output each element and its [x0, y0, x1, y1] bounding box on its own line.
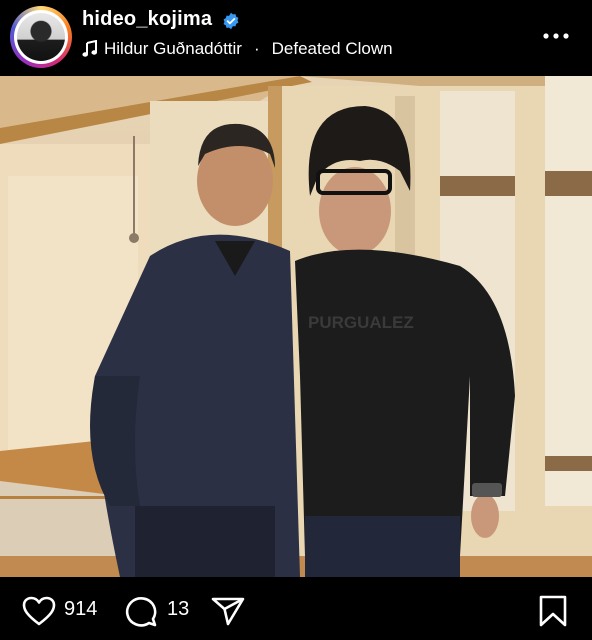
music-note-icon: [82, 40, 97, 57]
heart-icon[interactable]: [22, 596, 56, 626]
music-artist: Hildur Guðnadóttir: [104, 39, 242, 58]
action-bar: 914 13: [0, 577, 592, 640]
comment-icon[interactable]: [124, 595, 158, 627]
music-info[interactable]: Hildur Guðnadóttir · Defeated Clown: [82, 38, 393, 60]
avatar[interactable]: [17, 13, 65, 61]
post-header: hideo_kojima Hildur Guðnadóttir · Defeat…: [0, 0, 592, 76]
svg-text:PURGUALEZ: PURGUALEZ: [308, 313, 414, 332]
comment-count[interactable]: 13: [167, 598, 189, 621]
music-track: Defeated Clown: [271, 39, 393, 58]
username[interactable]: hideo_kojima: [82, 8, 212, 31]
photo-illustration: PURGUALEZ: [0, 76, 592, 577]
share-icon[interactable]: [211, 596, 245, 626]
verified-badge-icon: [223, 12, 239, 30]
like-count[interactable]: 914: [64, 598, 97, 621]
bookmark-icon[interactable]: [538, 595, 568, 627]
post-photo[interactable]: PURGUALEZ: [0, 76, 592, 577]
music-separator: ·: [253, 39, 260, 58]
more-options-icon[interactable]: [542, 24, 570, 48]
